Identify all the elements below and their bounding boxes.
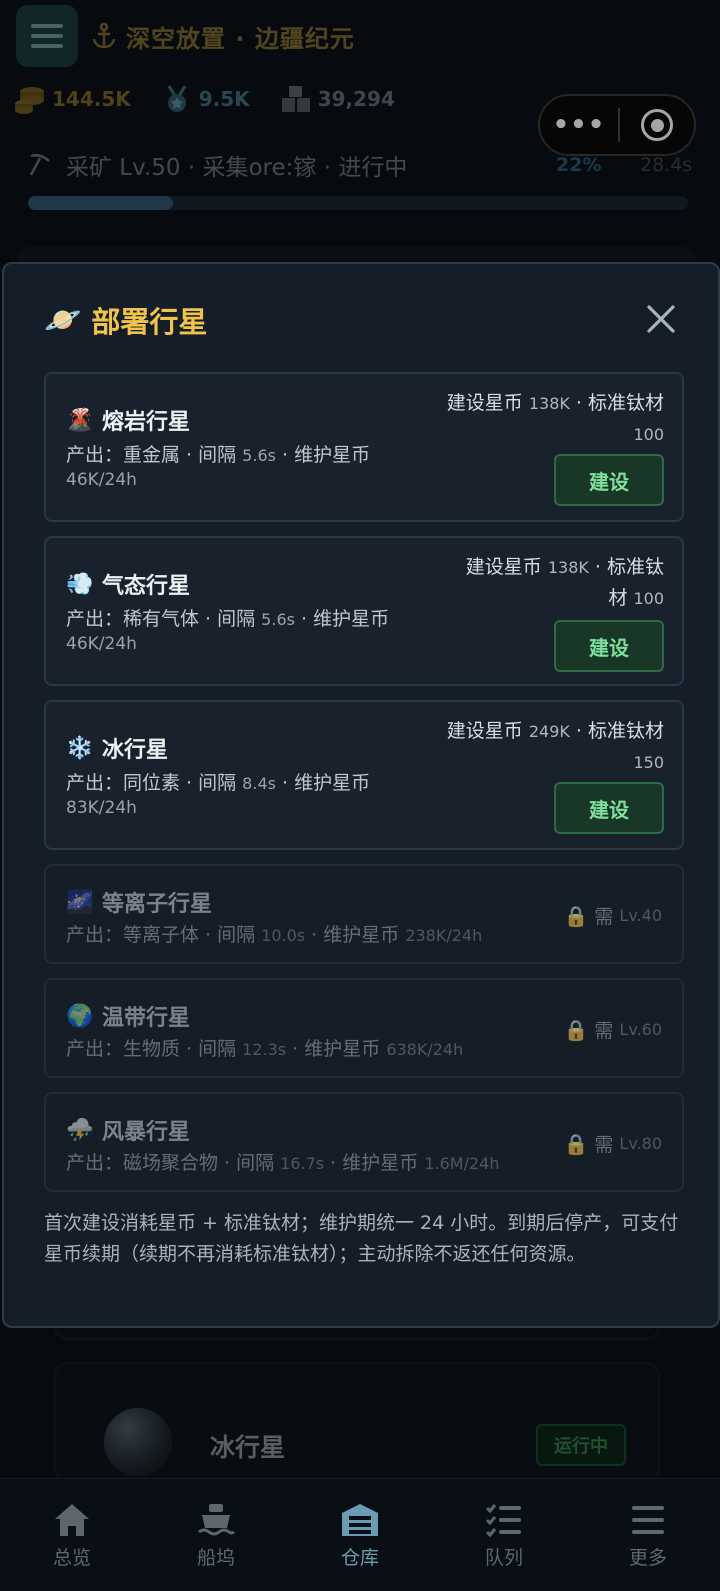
nav-queue[interactable]: 队列 xyxy=(432,1479,576,1591)
level-requirement: 🔒 需 Lv.40 xyxy=(563,903,662,929)
modal-header: 🪐 部署行星 xyxy=(44,264,678,372)
planet-name: 💨 气态行星 xyxy=(66,568,190,600)
nav-label: 更多 xyxy=(628,1547,667,1569)
deploy-planet-modal: 🪐 部署行星 🌋 熔岩行星 产出：重金属 · 间隔 5.6s · 维护星币 46… xyxy=(2,262,720,1328)
globe-icon: 🌍 xyxy=(66,1003,94,1029)
nav-label: 总览 xyxy=(52,1547,91,1569)
planet-output: 产出：重金属 · 间隔 5.6s · 维护星币 xyxy=(66,444,371,466)
planet-name-text: 冰行星 xyxy=(102,738,169,763)
nav-label: 队列 xyxy=(484,1547,523,1569)
lock-icon: 🔒 xyxy=(563,1017,589,1042)
checklist-icon xyxy=(485,1504,521,1538)
modal-title-text: 部署行星 xyxy=(91,305,208,339)
level-requirement: 🔒 需 Lv.60 xyxy=(563,1017,662,1043)
planet-name: ❄️ 冰行星 xyxy=(66,732,168,764)
ship-icon xyxy=(198,1504,236,1536)
planet-name-text: 气态行星 xyxy=(102,574,191,599)
planet-name-text: 熔岩行星 xyxy=(102,410,191,435)
planet-output: 产出：稀有气体 · 间隔 5.6s · 维护星币 xyxy=(66,608,390,630)
build-button[interactable]: 建设 xyxy=(554,620,664,672)
nav-overview[interactable]: 总览 xyxy=(0,1479,144,1591)
thunderstorm-icon: ⛈️ xyxy=(66,1117,94,1143)
lock-icon: 🔒 xyxy=(563,903,589,928)
planet-name: 🌌 等离子行星 xyxy=(66,886,212,918)
warehouse-icon xyxy=(342,1504,378,1536)
galaxy-icon: 🌌 xyxy=(66,889,94,915)
planet-output: 产出：生物质 · 间隔 12.3s · 维护星币 638K/24h xyxy=(66,1038,464,1060)
planet-name: ⛈️ 风暴行星 xyxy=(66,1114,190,1146)
modal-footnote: 首次建设消耗星币 + 标准钛材；维护期统一 24 小时。到期后停产，可支付星币续… xyxy=(44,1212,679,1265)
nav-label: 船坞 xyxy=(196,1547,235,1569)
ringed-planet-icon: 🪐 xyxy=(44,302,82,338)
modal-title: 🪐 部署行星 xyxy=(44,299,207,341)
build-button[interactable]: 建设 xyxy=(554,782,664,834)
snowflake-icon: ❄️ xyxy=(66,735,94,761)
planet-card-plasma-locked: 🌌 等离子行星 产出：等离子体 · 间隔 10.0s · 维护星币 238K/2… xyxy=(44,864,684,964)
planet-name-text: 温带行星 xyxy=(102,1006,191,1031)
planet-name-text: 等离子行星 xyxy=(102,892,213,917)
build-cost: 建设星币 138K · 标准钛材 100 xyxy=(446,392,664,444)
planet-card-gas: 💨 气态行星 产出：稀有气体 · 间隔 5.6s · 维护星币 46K/24h … xyxy=(44,536,684,686)
planet-output: 产出：同位素 · 间隔 8.4s · 维护星币 xyxy=(66,772,371,794)
planet-output: 产出：磁场聚合物 · 间隔 16.7s · 维护星币 1.6M/24h xyxy=(66,1152,500,1174)
planet-name-text: 风暴行星 xyxy=(102,1120,191,1145)
planet-card-storm-locked: ⛈️ 风暴行星 产出：磁场聚合物 · 间隔 16.7s · 维护星币 1.6M/… xyxy=(44,1092,684,1192)
volcano-icon: 🌋 xyxy=(66,407,94,433)
nav-shipyard[interactable]: 船坞 xyxy=(144,1479,288,1591)
build-button[interactable]: 建设 xyxy=(554,454,664,506)
lock-icon: 🔒 xyxy=(563,1131,589,1156)
bottom-navigation: 总览 船坞 仓库 队列 更多 xyxy=(0,1478,720,1591)
nav-warehouse[interactable]: 仓库 xyxy=(288,1479,432,1591)
planet-card-temperate-locked: 🌍 温带行星 产出：生物质 · 间隔 12.3s · 维护星币 638K/24h… xyxy=(44,978,684,1078)
nav-label: 仓库 xyxy=(340,1547,379,1569)
planet-card-ice: ❄️ 冰行星 产出：同位素 · 间隔 8.4s · 维护星币 83K/24h 建… xyxy=(44,700,684,850)
close-button[interactable] xyxy=(644,302,678,336)
planet-name: 🌋 熔岩行星 xyxy=(66,404,190,436)
planet-card-lava: 🌋 熔岩行星 产出：重金属 · 间隔 5.6s · 维护星币 46K/24h 建… xyxy=(44,372,684,522)
nav-more[interactable]: 更多 xyxy=(576,1479,720,1591)
planet-maintenance: 83K/24h xyxy=(66,798,137,818)
planet-maintenance: 46K/24h xyxy=(66,470,137,490)
level-requirement: 🔒 需 Lv.80 xyxy=(563,1131,662,1157)
wind-icon: 💨 xyxy=(66,571,94,597)
menu-icon xyxy=(632,1506,664,1534)
planet-name: 🌍 温带行星 xyxy=(66,1000,190,1032)
build-cost: 建设星币 249K · 标准钛材 150 xyxy=(446,720,664,772)
planet-output: 产出：等离子体 · 间隔 10.0s · 维护星币 238K/24h xyxy=(66,924,483,946)
build-cost: 建设星币 138K · 标准钛 材 100 xyxy=(465,556,664,609)
home-icon xyxy=(55,1504,89,1536)
close-icon xyxy=(647,305,675,333)
planet-maintenance: 46K/24h xyxy=(66,634,137,654)
